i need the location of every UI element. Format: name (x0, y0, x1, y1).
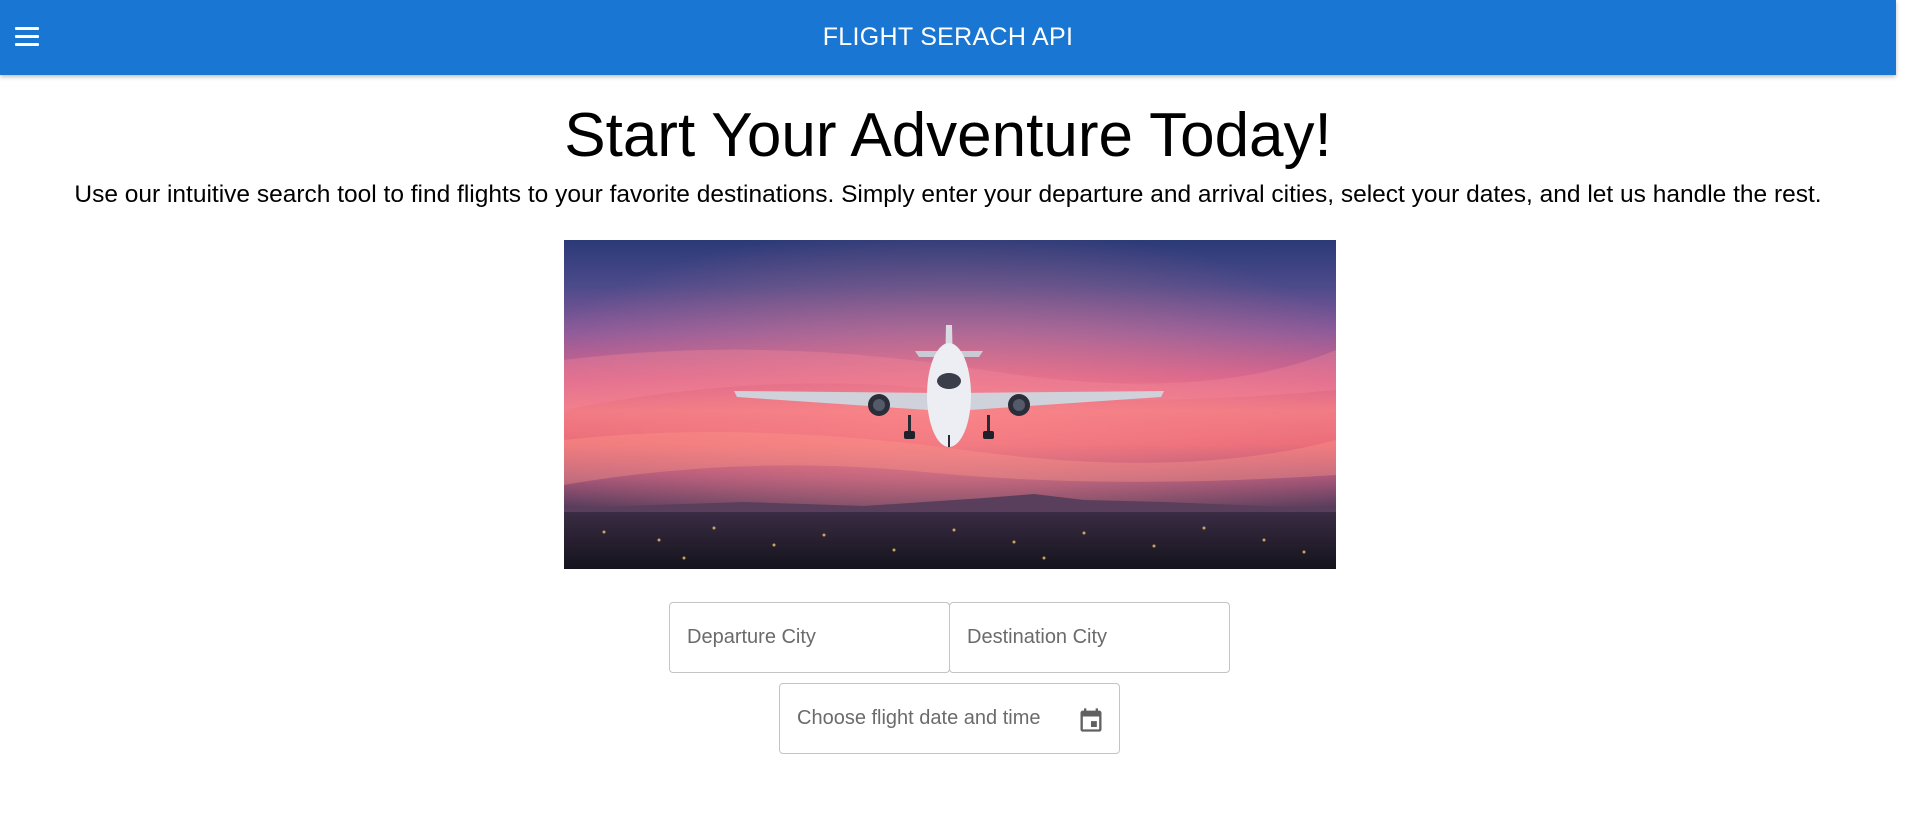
destination-city-input[interactable] (950, 603, 1229, 672)
departure-city-field[interactable] (669, 602, 950, 673)
flight-date-field[interactable] (779, 683, 1120, 754)
calendar-icon[interactable] (1077, 706, 1105, 734)
app-title: FLIGHT SERACH API (822, 23, 1074, 51)
hero-title: Start Your Adventure Today! (564, 101, 1332, 170)
flight-date-input[interactable] (780, 684, 1119, 753)
hero-subtitle: Use our intuitive search tool to find fl… (74, 181, 1822, 208)
page: FLIGHT SERACH API Start Your Adventure T… (0, 0, 1896, 840)
menu-icon[interactable] (8, 17, 46, 55)
airplane-sunset-image (564, 240, 1336, 569)
top-toolbar: FLIGHT SERACH API (0, 0, 1896, 75)
destination-city-field[interactable] (949, 602, 1230, 673)
departure-city-input[interactable] (670, 603, 949, 672)
app-root: FLIGHT SERACH API Start Your Adventure T… (0, 0, 1913, 840)
